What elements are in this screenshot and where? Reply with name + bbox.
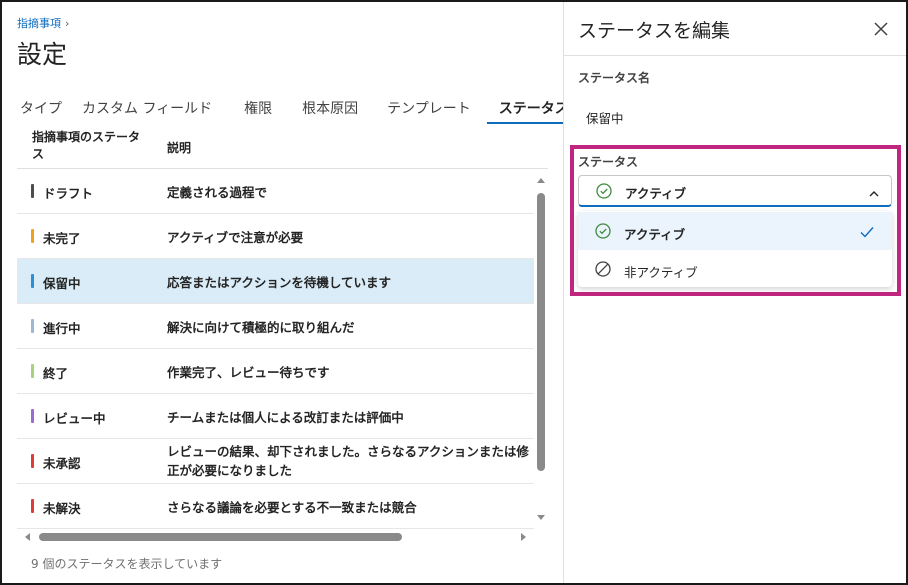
status-name: 未完了 bbox=[43, 231, 81, 246]
horizontal-scrollbar[interactable] bbox=[17, 530, 534, 544]
scrollbar-thumb[interactable] bbox=[39, 533, 402, 541]
status-name: 未解決 bbox=[43, 501, 81, 516]
panel-title: ステータスを編集 bbox=[578, 20, 731, 42]
status-color-bar bbox=[31, 364, 34, 378]
table-header: 指摘事項のステータス 説明 bbox=[17, 126, 548, 169]
tab-permissions[interactable]: 権限 bbox=[222, 94, 282, 124]
status-field-label: ステータス bbox=[578, 155, 639, 169]
status-description: レビューの結果、却下されました。さらなるアクションまたは修正が必要になりました bbox=[167, 444, 529, 478]
settings-page: 指摘事項 › 設定 タイプ カスタム フィールド 権限 根本原因 テンプレート … bbox=[2, 2, 577, 583]
option-label: アクティブ bbox=[624, 227, 686, 242]
tab-root-cause[interactable]: 根本原因 bbox=[282, 94, 368, 124]
scroll-right-arrow-icon[interactable] bbox=[521, 533, 526, 541]
table-row[interactable]: 未解決 さらなる議論を必要とする不一致または競合 bbox=[17, 484, 534, 529]
tab-custom-fields[interactable]: カスタム フィールド bbox=[72, 94, 222, 124]
close-icon bbox=[874, 22, 888, 36]
tab-templates[interactable]: テンプレート bbox=[368, 94, 481, 124]
status-name: 未承認 bbox=[43, 456, 81, 471]
status-description: さらなる議論を必要とする不一致または競合 bbox=[167, 500, 417, 515]
chevron-up-icon bbox=[868, 185, 880, 204]
scroll-up-arrow-icon[interactable] bbox=[537, 178, 545, 183]
status-color-bar bbox=[31, 184, 34, 198]
table-row[interactable]: レビュー中 チームまたは個人による改訂または評価中 bbox=[17, 394, 534, 439]
status-name: 進行中 bbox=[43, 321, 81, 336]
status-description: 定義される過程で bbox=[167, 185, 268, 200]
chevron-right-icon: › bbox=[65, 16, 70, 30]
vertical-scrollbar[interactable] bbox=[534, 174, 548, 524]
tab-bar: タイプ カスタム フィールド 権限 根本原因 テンプレート ステータス bbox=[10, 94, 579, 124]
option-label: 非アクティブ bbox=[624, 265, 698, 280]
column-header-status[interactable]: 指摘事項のステータス bbox=[32, 129, 144, 163]
scroll-left-arrow-icon[interactable] bbox=[25, 533, 30, 541]
checkmark-icon bbox=[859, 224, 875, 243]
status-color-bar bbox=[31, 274, 34, 288]
status-color-bar bbox=[31, 499, 34, 513]
status-description: 作業完了、レビュー待ちです bbox=[167, 365, 330, 380]
status-name: レビュー中 bbox=[43, 411, 106, 426]
status-description: チームまたは個人による改訂または評価中 bbox=[167, 410, 404, 425]
status-table-body: ドラフト 定義される過程で 未完了 アクティブで注意が必要 保留中 応答またはア… bbox=[17, 169, 534, 529]
table-row[interactable]: 未承認 レビューの結果、却下されました。さらなるアクションまたは修正が必要になり… bbox=[17, 439, 534, 484]
check-circle-icon bbox=[595, 223, 611, 243]
tab-type[interactable]: タイプ bbox=[10, 94, 72, 124]
status-description: 応答またはアクションを待機しています bbox=[167, 275, 392, 290]
app-window: 指摘事項 › 設定 タイプ カスタム フィールド 権限 根本原因 テンプレート … bbox=[0, 0, 908, 585]
divider bbox=[564, 55, 906, 56]
scrollbar-thumb[interactable] bbox=[537, 193, 545, 471]
status-description: 解決に向けて積極的に取り組んだ bbox=[167, 320, 355, 335]
page-title: 設定 bbox=[17, 40, 68, 69]
status-name: 保留中 bbox=[43, 276, 81, 291]
status-color-bar bbox=[31, 229, 34, 243]
status-dropdown[interactable]: アクティブ bbox=[578, 175, 892, 207]
option-active[interactable]: アクティブ bbox=[578, 212, 892, 250]
table-row[interactable]: ドラフト 定義される過程で bbox=[17, 169, 534, 214]
prohibited-icon bbox=[595, 261, 611, 281]
status-description: アクティブで注意が必要 bbox=[167, 230, 304, 245]
status-name: ドラフト bbox=[43, 186, 94, 201]
status-color-bar bbox=[31, 454, 34, 468]
status-name-label: ステータス名 bbox=[578, 71, 651, 85]
status-name-value: 保留中 bbox=[586, 111, 624, 126]
check-circle-icon bbox=[596, 183, 612, 203]
status-name: 終了 bbox=[43, 366, 69, 381]
edit-status-panel: ステータスを編集 ステータス名 保留中 ステータス アクティブ アクティブ 非ア… bbox=[563, 2, 906, 583]
breadcrumb-link[interactable]: 指摘事項 bbox=[17, 15, 61, 31]
close-button[interactable] bbox=[870, 18, 892, 40]
table-row[interactable]: 進行中 解決に向けて積極的に取り組んだ bbox=[17, 304, 534, 349]
table-row-selected[interactable]: 保留中 応答またはアクションを待機しています bbox=[17, 259, 534, 304]
status-count-text: 9 個のステータスを表示しています bbox=[31, 557, 223, 571]
scroll-down-arrow-icon[interactable] bbox=[537, 515, 545, 520]
column-header-description[interactable]: 説明 bbox=[167, 139, 191, 156]
table-row[interactable]: 終了 作業完了、レビュー待ちです bbox=[17, 349, 534, 394]
option-inactive[interactable]: 非アクティブ bbox=[578, 250, 892, 288]
breadcrumb: 指摘事項 › bbox=[17, 15, 69, 31]
dropdown-selected-value: アクティブ bbox=[625, 186, 687, 201]
status-listbox: アクティブ 非アクティブ bbox=[578, 211, 892, 287]
status-color-bar bbox=[31, 319, 34, 333]
table-row[interactable]: 未完了 アクティブで注意が必要 bbox=[17, 214, 534, 259]
status-color-bar bbox=[31, 409, 34, 423]
